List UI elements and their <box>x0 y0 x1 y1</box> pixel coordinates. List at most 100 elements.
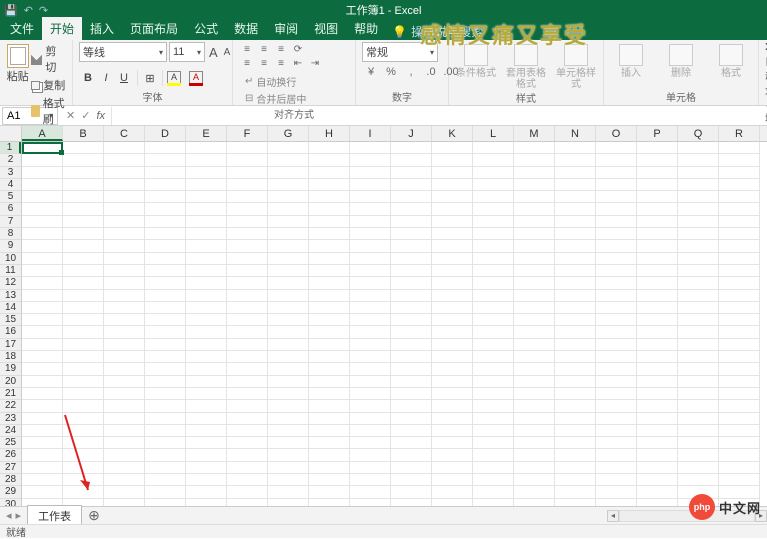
font-color-button[interactable]: A <box>189 71 203 85</box>
cell[interactable] <box>22 486 63 498</box>
cell[interactable] <box>268 154 309 166</box>
cell[interactable] <box>719 228 760 240</box>
cell[interactable] <box>391 277 432 289</box>
cell[interactable] <box>514 216 555 228</box>
cell[interactable] <box>719 474 760 486</box>
cell[interactable] <box>678 142 719 154</box>
cell[interactable] <box>104 290 145 302</box>
cell[interactable] <box>63 191 104 203</box>
cell[interactable] <box>391 326 432 338</box>
cell[interactable] <box>268 425 309 437</box>
cell[interactable] <box>514 351 555 363</box>
row-header-14[interactable]: 14 <box>0 302 21 314</box>
cell[interactable] <box>227 339 268 351</box>
col-header-G[interactable]: G <box>268 126 309 141</box>
cell[interactable] <box>22 326 63 338</box>
row-header-15[interactable]: 15 <box>0 314 21 326</box>
cell[interactable] <box>432 326 473 338</box>
row-header-1[interactable]: 1 <box>0 142 21 154</box>
cell[interactable] <box>186 142 227 154</box>
cell[interactable] <box>596 191 637 203</box>
cell[interactable] <box>719 191 760 203</box>
cell[interactable] <box>432 413 473 425</box>
cell[interactable] <box>350 142 391 154</box>
cell[interactable] <box>596 314 637 326</box>
cell[interactable] <box>227 277 268 289</box>
cell[interactable] <box>719 363 760 375</box>
cell[interactable] <box>63 216 104 228</box>
tell-me[interactable]: 💡 操作说明搜索 <box>392 23 483 40</box>
cell[interactable] <box>432 486 473 498</box>
formula-input[interactable] <box>111 107 767 125</box>
cell[interactable] <box>145 240 186 252</box>
cell[interactable] <box>63 265 104 277</box>
cell[interactable] <box>350 277 391 289</box>
row-header-4[interactable]: 4 <box>0 179 21 191</box>
cell[interactable] <box>145 425 186 437</box>
conditional-format-button[interactable]: 条件格式 <box>455 44 497 79</box>
cell[interactable] <box>22 228 63 240</box>
cell[interactable] <box>350 167 391 179</box>
tab-data[interactable]: 数据 <box>226 17 266 40</box>
cell[interactable] <box>514 302 555 314</box>
cell[interactable] <box>104 388 145 400</box>
cell[interactable] <box>22 363 63 375</box>
cell[interactable] <box>391 486 432 498</box>
cell[interactable] <box>63 290 104 302</box>
cell[interactable] <box>555 462 596 474</box>
cell[interactable] <box>514 240 555 252</box>
cell[interactable] <box>309 339 350 351</box>
cell[interactable] <box>514 363 555 375</box>
cell[interactable] <box>350 437 391 449</box>
cell[interactable] <box>22 462 63 474</box>
delete-cells-button[interactable]: 删除 <box>660 44 702 79</box>
cell[interactable] <box>432 437 473 449</box>
cell[interactable] <box>678 167 719 179</box>
cell[interactable] <box>63 339 104 351</box>
cell[interactable] <box>22 240 63 252</box>
cell[interactable] <box>514 290 555 302</box>
cell[interactable] <box>432 474 473 486</box>
align-middle-button[interactable]: ≡ <box>256 42 272 56</box>
cell[interactable] <box>350 302 391 314</box>
cell[interactable] <box>186 437 227 449</box>
cell[interactable] <box>719 277 760 289</box>
cell[interactable] <box>227 376 268 388</box>
col-header-L[interactable]: L <box>473 126 514 141</box>
cell[interactable] <box>514 314 555 326</box>
row-header-29[interactable]: 29 <box>0 486 21 498</box>
cell[interactable] <box>145 474 186 486</box>
select-all-corner[interactable] <box>0 126 22 142</box>
cell[interactable] <box>637 240 678 252</box>
cell[interactable] <box>391 314 432 326</box>
cell[interactable] <box>391 462 432 474</box>
cell[interactable] <box>432 277 473 289</box>
align-left-button[interactable]: ≡ <box>239 56 255 70</box>
cell[interactable] <box>63 486 104 498</box>
cell[interactable] <box>391 400 432 412</box>
sheet-nav-prev[interactable]: ◂ <box>6 509 12 522</box>
cell[interactable] <box>22 339 63 351</box>
cell[interactable] <box>637 486 678 498</box>
col-header-H[interactable]: H <box>309 126 350 141</box>
cell[interactable] <box>637 167 678 179</box>
cell[interactable] <box>473 253 514 265</box>
cell[interactable] <box>268 265 309 277</box>
cell[interactable] <box>104 154 145 166</box>
cell[interactable] <box>186 167 227 179</box>
cell[interactable] <box>22 191 63 203</box>
cell[interactable] <box>350 388 391 400</box>
cell[interactable] <box>350 191 391 203</box>
cell[interactable] <box>391 413 432 425</box>
column-headers[interactable]: ABCDEFGHIJKLMNOPQR <box>22 126 767 142</box>
cell[interactable] <box>268 228 309 240</box>
orientation-button[interactable]: ⟳ <box>290 42 306 56</box>
cell[interactable] <box>637 351 678 363</box>
cell[interactable] <box>309 240 350 252</box>
cell[interactable] <box>268 191 309 203</box>
cell[interactable] <box>104 167 145 179</box>
cell[interactable] <box>104 376 145 388</box>
cell[interactable] <box>309 167 350 179</box>
cell[interactable] <box>555 167 596 179</box>
row-header-16[interactable]: 16 <box>0 326 21 338</box>
